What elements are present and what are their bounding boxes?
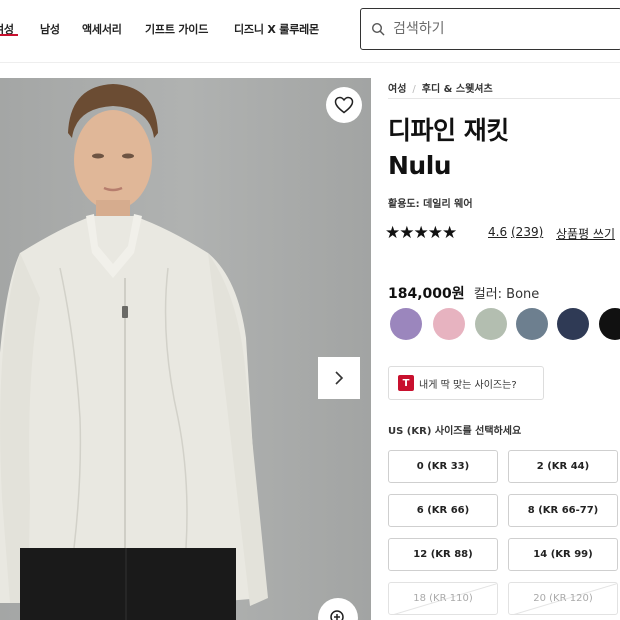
size-option-14[interactable]: 14 (KR 99): [508, 538, 618, 571]
size-finder-label: 내게 딱 맞는 사이즈는?: [419, 379, 517, 391]
price-row: 184,000원 컬러: Bone: [388, 283, 539, 303]
rating-value[interactable]: 4.6: [488, 225, 507, 239]
breadcrumb-hoodies[interactable]: 후디 & 스웻셔츠: [422, 84, 493, 95]
color-label: 컬러: Bone: [473, 287, 540, 302]
size-finder-button[interactable]: T 내게 딱 맞는 사이즈는?: [388, 366, 544, 400]
size-option-2[interactable]: 2 (KR 44): [508, 450, 618, 483]
size-option-label: 18 (KR 110): [413, 593, 473, 604]
size-option-label: 2 (KR 44): [536, 461, 590, 472]
breadcrumb-separator: /: [412, 84, 416, 95]
swatch-sage[interactable]: [475, 308, 507, 340]
swatch-lavender[interactable]: [390, 308, 422, 340]
swatch-slate-blue[interactable]: [516, 308, 548, 340]
size-option-0[interactable]: 0 (KR 33): [388, 450, 498, 483]
star-rating-icon: ★★★★★: [385, 223, 457, 243]
nav-item-gift-guide[interactable]: 기프트 가이드: [145, 21, 208, 37]
breadcrumb-women[interactable]: 여성: [388, 84, 406, 95]
zoom-in-icon: [330, 610, 344, 620]
review-count[interactable]: (239): [511, 225, 543, 239]
search-input[interactable]: [393, 17, 613, 41]
activity-label: 활용도: 데일리 웨어: [388, 199, 473, 210]
product-title: 디파인 재킷 Nulu: [388, 113, 509, 183]
write-review-link[interactable]: 상품평 쓰기: [556, 225, 615, 242]
swatch-black[interactable]: [599, 308, 620, 340]
size-option-8[interactable]: 8 (KR 66-77): [508, 494, 618, 527]
size-option-label: 14 (KR 99): [533, 549, 593, 560]
size-heading: US (KR) 사이즈를 선택하세요: [388, 426, 522, 437]
size-option-12[interactable]: 12 (KR 88): [388, 538, 498, 571]
swatch-pink[interactable]: [433, 308, 465, 340]
size-option-label: 12 (KR 88): [413, 549, 473, 560]
nav-item-disney-collab[interactable]: 디즈니 X 룰루레몬: [234, 21, 319, 37]
breadcrumb-divider: [388, 98, 620, 99]
size-option-label: 20 (KR 120): [533, 593, 593, 604]
next-image-button[interactable]: [318, 357, 360, 399]
product-title-line2: Nulu: [388, 151, 452, 180]
search-box[interactable]: [360, 8, 620, 50]
wishlist-button[interactable]: [326, 87, 362, 123]
size-option-label: 6 (KR 66): [416, 505, 470, 516]
size-option-20-soldout[interactable]: 20 (KR 120): [508, 582, 618, 615]
product-image[interactable]: [0, 78, 371, 620]
heart-icon: [334, 96, 354, 114]
nav-item-men[interactable]: 남성: [40, 21, 60, 37]
price: 184,000원: [388, 286, 465, 302]
size-option-label: 8 (KR 66-77): [527, 505, 599, 516]
product-photo-illustration: [0, 78, 371, 620]
top-nav: 여성 남성 액세서리 기프트 가이드 디즈니 X 룰루레몬: [0, 0, 620, 62]
nav-divider: [0, 62, 620, 63]
search-icon: [371, 22, 385, 36]
nav-active-underline: [0, 34, 18, 36]
fit-finder-logo-icon: T: [398, 375, 414, 391]
breadcrumb: 여성 / 후디 & 스웻셔츠: [388, 80, 493, 95]
product-title-line1: 디파인 재킷: [388, 116, 509, 145]
swatch-navy[interactable]: [557, 308, 589, 340]
size-option-18-soldout[interactable]: 18 (KR 110): [388, 582, 498, 615]
size-option-6[interactable]: 6 (KR 66): [388, 494, 498, 527]
size-option-label: 0 (KR 33): [416, 461, 470, 472]
nav-item-accessories[interactable]: 액세서리: [82, 21, 122, 37]
chevron-right-icon: [335, 371, 344, 385]
